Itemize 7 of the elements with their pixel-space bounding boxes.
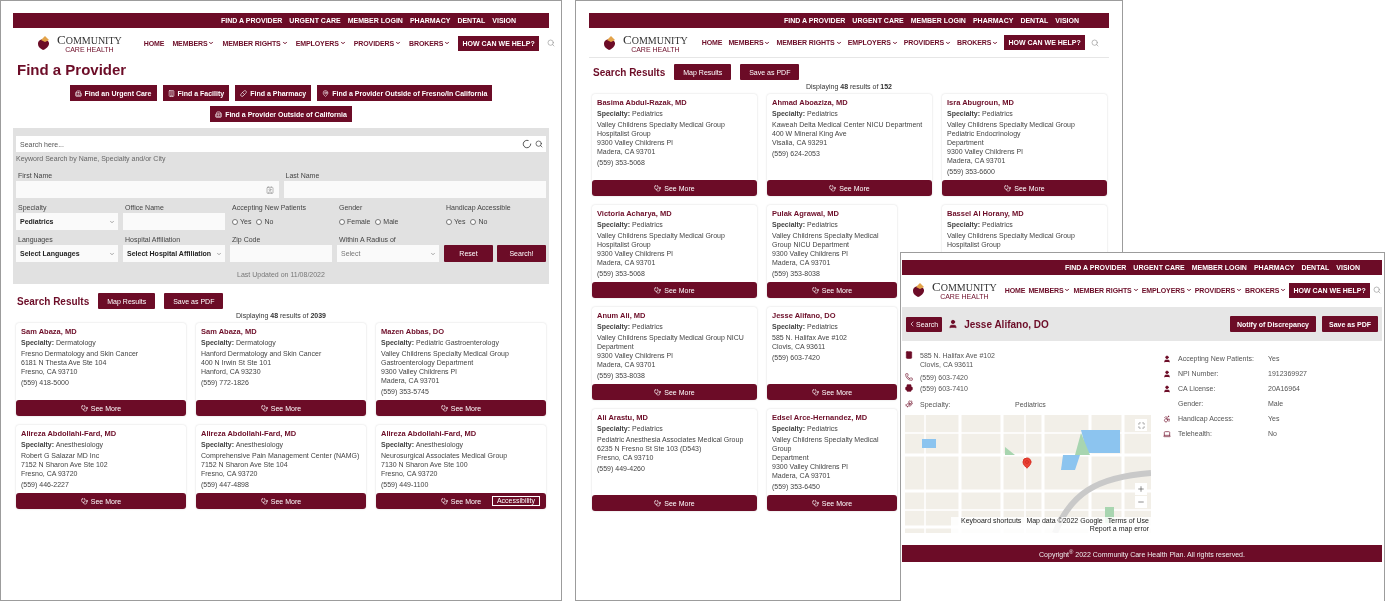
logo-text: COMMUNITY bbox=[623, 32, 688, 46]
section-title: Search Results bbox=[593, 66, 666, 78]
page-title: Find a Provider bbox=[17, 61, 128, 78]
provider-name: Jesse Alifano, DO bbox=[964, 318, 1049, 330]
logo-text: COMMUNITY bbox=[57, 33, 122, 46]
logo-text: COMMUNITY bbox=[932, 280, 997, 293]
section-title: Search Results bbox=[17, 295, 90, 307]
